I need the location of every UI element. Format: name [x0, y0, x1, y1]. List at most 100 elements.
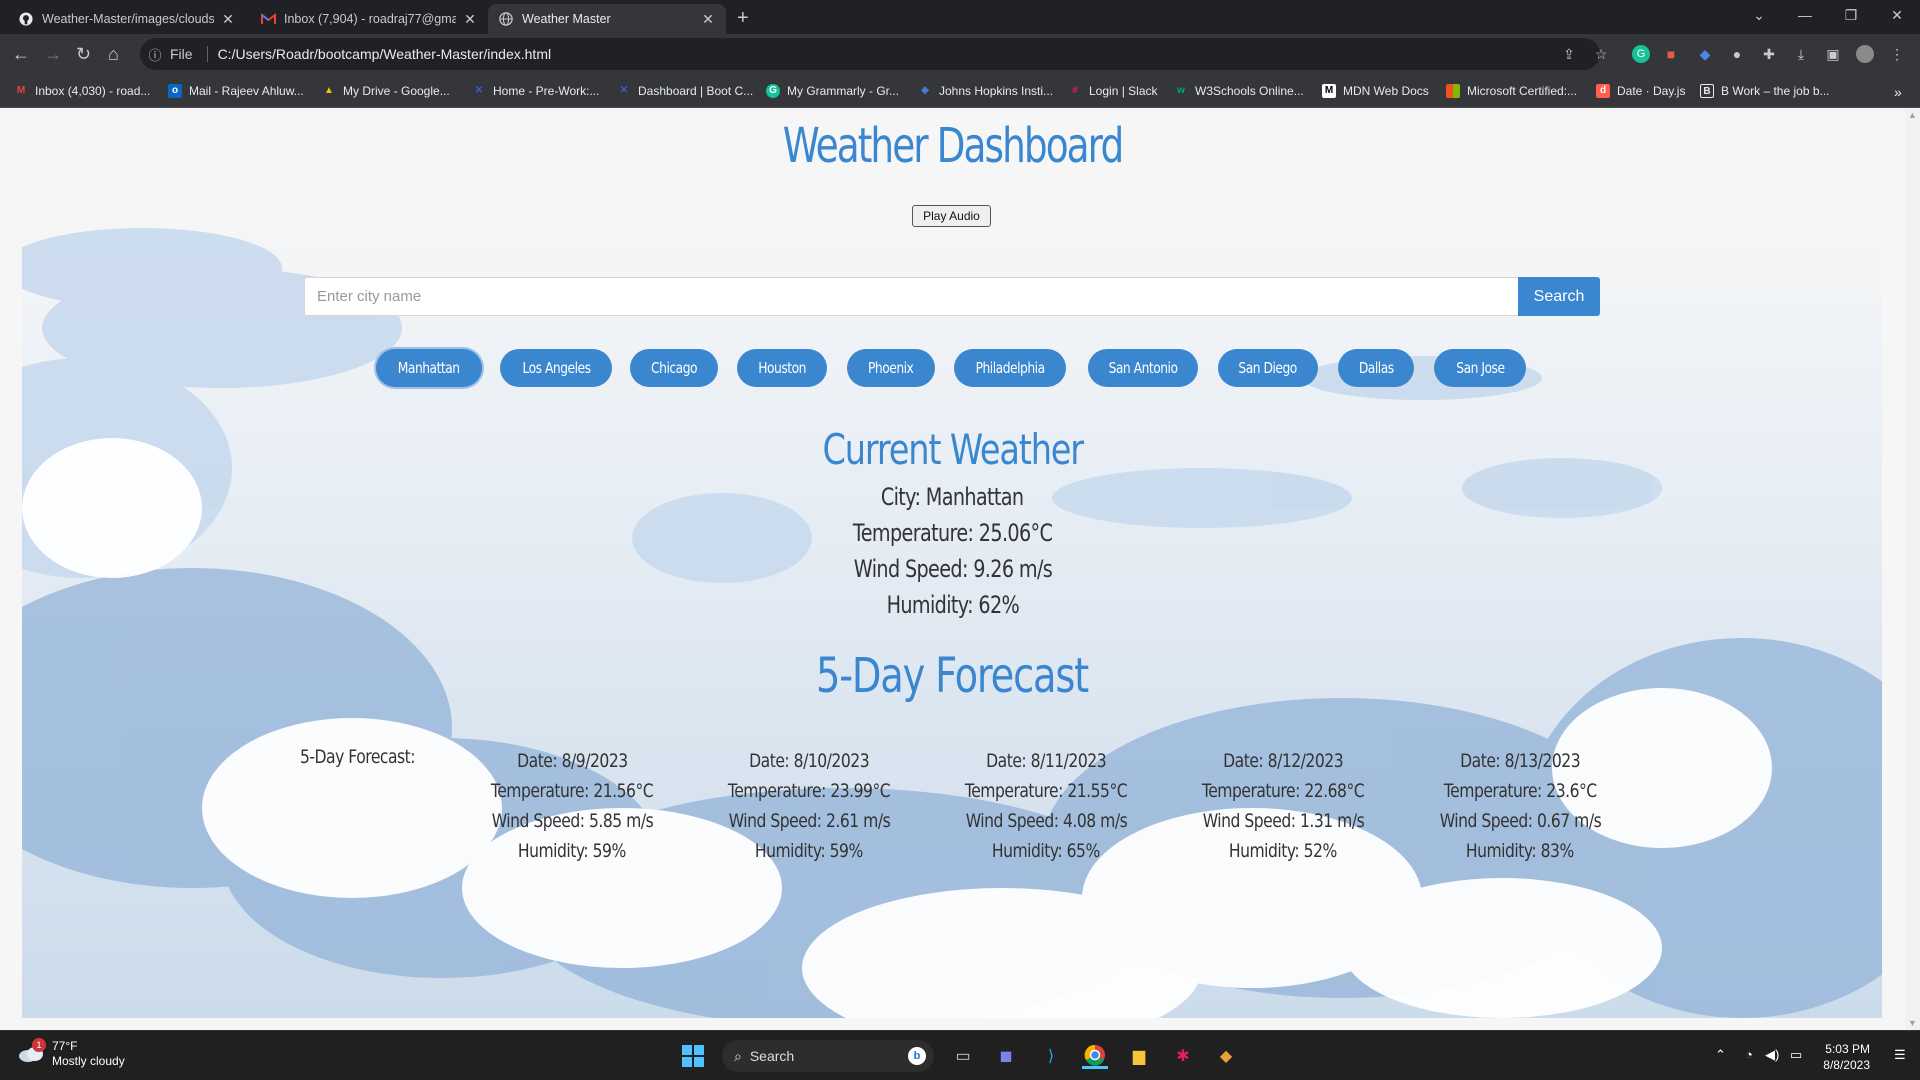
weather-description: Mostly cloudy — [52, 1054, 125, 1068]
chrome-icon[interactable] — [1082, 1043, 1108, 1069]
bookmarks-overflow-icon[interactable]: » — [1894, 84, 1902, 100]
bookmark-item[interactable]: ✕ Dashboard | Boot C... — [617, 84, 753, 98]
window-close-icon[interactable]: ✕ — [1874, 0, 1920, 30]
page-scrollbar[interactable]: ▲ ▼ — [1905, 108, 1920, 1030]
url-text[interactable]: C:/Users/Roadr/bootcamp/Weather-Master/i… — [218, 46, 552, 62]
bookmark-item[interactable]: d Date · Day.js — [1596, 84, 1685, 98]
tab-gmail[interactable]: Inbox (7,904) - roadraj77@gmail ✕ — [250, 4, 488, 34]
wifi-icon[interactable]: ◔ — [1745, 1047, 1753, 1062]
web-page: Weather Dashboard Play Audio Enter city … — [0, 108, 1905, 1030]
extensions-puzzle-icon[interactable]: ✚ — [1760, 45, 1778, 63]
city-button-los-angeles[interactable]: Los Angeles — [500, 349, 612, 387]
bookmark-item[interactable]: ◈ Johns Hopkins Insti... — [918, 84, 1053, 98]
play-audio-button[interactable]: Play Audio — [912, 205, 991, 227]
menu-kebab-icon[interactable]: ⋮ — [1888, 45, 1906, 63]
bookmark-item[interactable]: BB Work – the job b... — [1700, 84, 1830, 98]
bootcamp-icon: ✕ — [474, 85, 484, 96]
city-button-san-jose[interactable]: San Jose — [1434, 349, 1526, 387]
weather-temperature: 77°F — [52, 1039, 78, 1053]
tab-search-chevron-icon[interactable]: ⌄ — [1736, 0, 1782, 30]
cloudy-weather-icon: 1 — [18, 1038, 46, 1065]
city-button-philadelphia[interactable]: Philadelphia — [954, 349, 1066, 387]
forecast-date: Date: 8/11/2023 — [986, 750, 1106, 772]
taskbar-search-box[interactable]: ⌕ Search b — [722, 1040, 934, 1072]
current-humidity: Humidity: 62% — [886, 591, 1019, 619]
bookmark-item[interactable]: Microsoft Certified:... — [1446, 84, 1577, 98]
git-app-icon[interactable]: ◆ — [1213, 1043, 1239, 1069]
city-button-dallas[interactable]: Dallas — [1338, 349, 1414, 387]
forecast-date: Date: 8/13/2023 — [1460, 750, 1580, 772]
page-title: Weather Dashboard — [782, 118, 1124, 174]
extension-shield-icon[interactable]: ◆ — [1696, 45, 1714, 63]
search-button[interactable]: Search — [1518, 277, 1600, 316]
download-icon[interactable]: ⤓ — [1792, 45, 1810, 63]
bookmark-item[interactable]: M Inbox (4,030) - road... — [14, 84, 151, 98]
reload-icon[interactable]: ↻ — [76, 44, 91, 65]
bookmark-item[interactable]: # Login | Slack — [1068, 84, 1157, 98]
gmail-icon — [260, 11, 276, 27]
forward-icon[interactable]: → — [44, 44, 62, 65]
city-button-san-antonio[interactable]: San Antonio — [1088, 349, 1198, 387]
jhu-shield-icon: ◈ — [921, 85, 929, 96]
forecast-heading: 5-Day Forecast — [816, 648, 1089, 704]
slack-icon[interactable]: ✱ — [1170, 1043, 1196, 1069]
info-icon[interactable]: ⓘ — [140, 45, 170, 64]
city-search-input[interactable]: Enter city name — [304, 277, 1519, 316]
tray-overflow-chevron-icon[interactable]: ⌃ — [1715, 1047, 1726, 1063]
bookmark-item[interactable]: ✕ Home - Pre-Work:... — [472, 84, 600, 98]
city-button-chicago[interactable]: Chicago — [630, 349, 718, 387]
close-icon[interactable]: ✕ — [700, 11, 716, 28]
bookmark-star-icon[interactable]: ☆ — [1592, 45, 1610, 63]
restore-icon[interactable]: ❐ — [1828, 0, 1874, 30]
address-bar[interactable]: ⓘ File C:/Users/Roadr/bootcamp/Weather-M… — [140, 38, 1600, 70]
windows-start-icon[interactable] — [680, 1043, 706, 1069]
extension-circle-icon[interactable]: ● — [1728, 45, 1746, 63]
file-explorer-icon[interactable]: ▆ — [1126, 1043, 1152, 1069]
grammarly-icon[interactable]: G — [1632, 45, 1650, 63]
scroll-up-icon[interactable]: ▲ — [1908, 110, 1917, 120]
close-icon[interactable]: ✕ — [462, 11, 478, 28]
profile-avatar[interactable] — [1856, 45, 1874, 63]
forecast-temperature: Temperature: 23.99°C — [727, 780, 891, 802]
w3schools-icon: w — [1177, 85, 1185, 96]
teams-icon[interactable]: ◼ — [993, 1043, 1019, 1069]
forecast-humidity: Humidity: 83% — [1466, 840, 1574, 862]
tab-title: Weather-Master/images/clouds.j — [42, 12, 214, 26]
bookmark-item[interactable]: ▲ My Drive - Google... — [322, 84, 450, 98]
outlook-icon: o — [168, 84, 182, 98]
clock-time: 5:03 PM — [1825, 1042, 1870, 1056]
vscode-icon[interactable]: ⟩ — [1038, 1043, 1064, 1069]
tab-weather-master[interactable]: Weather Master ✕ — [488, 4, 726, 34]
bookmark-item[interactable]: G My Grammarly - Gr... — [766, 84, 899, 98]
city-button-houston[interactable]: Houston — [737, 349, 827, 387]
city-button-manhattan[interactable]: Manhattan — [376, 349, 482, 387]
back-icon[interactable]: ← — [12, 44, 30, 65]
share-icon[interactable]: ⇪ — [1560, 45, 1578, 63]
taskbar-search-label: Search — [749, 1048, 795, 1064]
bing-icon: b — [908, 1047, 926, 1065]
clock-date: 8/8/2023 — [1823, 1058, 1870, 1072]
forecast-day-card: Date: 8/13/2023 Temperature: 23.6°C Wind… — [1405, 746, 1635, 866]
new-tab-icon[interactable]: + — [737, 7, 749, 30]
bookmark-item[interactable]: M MDN Web Docs — [1322, 84, 1429, 98]
volume-icon[interactable]: ◀) — [1765, 1047, 1779, 1063]
record-extension-icon[interactable]: ■ — [1662, 45, 1680, 63]
windows-taskbar: 1 77°F Mostly cloudy ⌕ Search b ▭ ◼ ⟩ ▆ … — [0, 1030, 1920, 1080]
city-button-san-diego[interactable]: San Diego — [1218, 349, 1318, 387]
task-view-icon[interactable]: ▭ — [950, 1043, 976, 1069]
bookmark-item[interactable]: w W3Schools Online... — [1174, 84, 1304, 98]
google-drive-icon: ▲ — [324, 85, 334, 96]
forecast-wind-speed: Wind Speed: 4.08 m/s — [965, 810, 1127, 832]
taskbar-clock[interactable]: 5:03 PM 8/8/2023 — [1823, 1041, 1870, 1073]
bookmark-item[interactable]: o Mail - Rajeev Ahluw... — [168, 84, 304, 98]
side-panel-icon[interactable]: ▣ — [1824, 45, 1842, 63]
battery-icon[interactable]: ▭ — [1790, 1047, 1802, 1063]
city-button-phoenix[interactable]: Phoenix — [847, 349, 935, 387]
tab-github[interactable]: Weather-Master/images/clouds.j ✕ — [8, 4, 246, 34]
scroll-down-icon[interactable]: ▼ — [1908, 1018, 1917, 1028]
notification-center-icon[interactable]: ☰ — [1894, 1047, 1906, 1063]
minimize-icon[interactable]: — — [1782, 0, 1828, 30]
home-icon[interactable]: ⌂ — [108, 44, 119, 65]
taskbar-weather-widget[interactable]: 1 77°F Mostly cloudy — [18, 1038, 125, 1069]
close-icon[interactable]: ✕ — [220, 11, 236, 28]
